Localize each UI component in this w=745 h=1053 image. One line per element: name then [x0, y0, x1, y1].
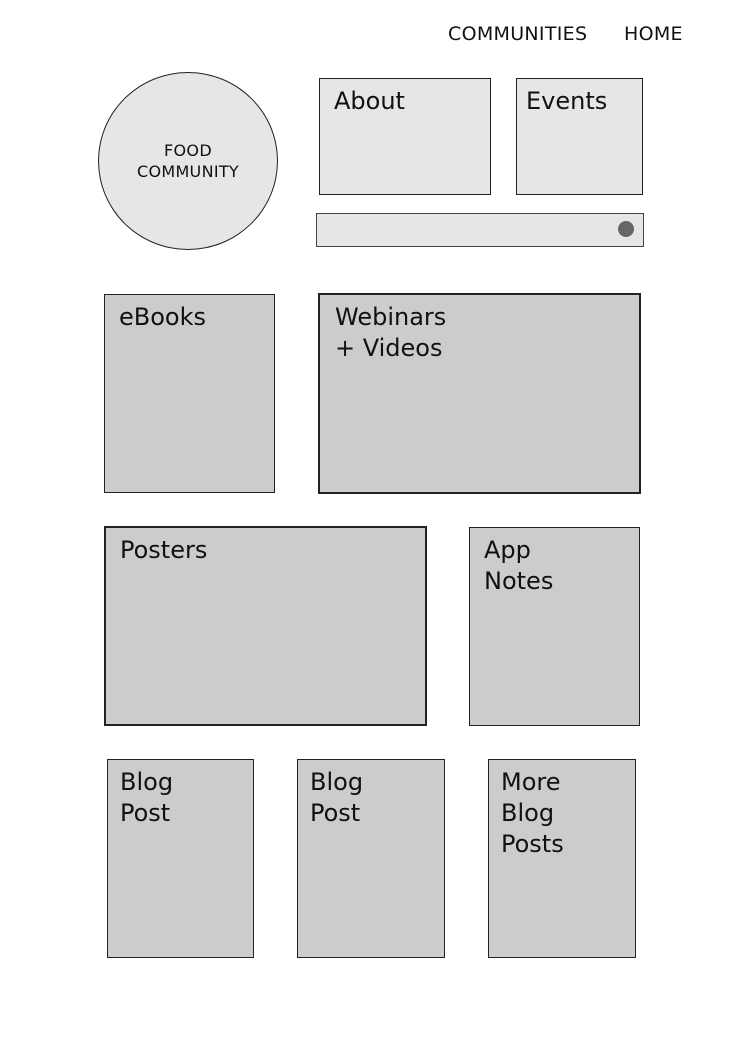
blog-post-1-label: Blog Post [120, 767, 245, 829]
blog-post-1-line-2: Post [120, 799, 171, 827]
posters-label-line-1: Posters [120, 536, 208, 564]
blog-post-tile-1[interactable]: Blog Post [107, 759, 254, 958]
ebooks-tile[interactable]: eBooks [104, 294, 275, 493]
more-blog-posts-line-3: Posts [501, 830, 564, 858]
webinars-videos-tile-label: Webinars + Videos [335, 302, 631, 364]
blog-post-2-line-2: Post [310, 799, 361, 827]
posters-tile[interactable]: Posters [104, 526, 427, 726]
app-notes-tile-label: App Notes [484, 535, 631, 597]
webinars-label-line-1: Webinars [335, 303, 447, 331]
more-blog-posts-label: More Blog Posts [501, 767, 627, 860]
events-tile[interactable]: Events [516, 78, 643, 195]
food-community-logo[interactable]: FOOD COMMUNITY [98, 72, 278, 250]
more-blog-posts-line-1: More [501, 768, 561, 796]
blog-post-2-line-1: Blog [310, 768, 364, 796]
app-notes-tile[interactable]: App Notes [469, 527, 640, 726]
blog-post-1-line-1: Blog [120, 768, 174, 796]
webinars-videos-tile[interactable]: Webinars + Videos [318, 293, 641, 494]
events-label-line-1: Events [526, 87, 608, 115]
logo-line-community: COMMUNITY [136, 162, 240, 181]
search-bar[interactable] [316, 213, 644, 247]
about-tile[interactable]: About [319, 78, 491, 195]
more-blog-posts-line-2: Blog [501, 799, 555, 827]
blog-post-2-label: Blog Post [310, 767, 436, 829]
events-tile-label: Events [526, 86, 634, 117]
app-notes-label-line-2: Notes [484, 567, 554, 595]
nav-home-link[interactable]: HOME [624, 22, 683, 46]
about-label-line-1: About [334, 87, 405, 115]
search-dot-icon[interactable] [618, 221, 634, 237]
blog-post-tile-2[interactable]: Blog Post [297, 759, 445, 958]
more-blog-posts-tile[interactable]: More Blog Posts [488, 759, 636, 958]
about-tile-label: About [334, 86, 482, 117]
nav-communities-link[interactable]: COMMUNITIES [448, 22, 587, 46]
posters-tile-label: Posters [120, 535, 417, 566]
app-notes-label-line-1: App [484, 536, 531, 564]
webinars-label-line-2: + Videos [335, 334, 443, 362]
ebooks-tile-label: eBooks [119, 302, 266, 333]
ebooks-label-line-1: eBooks [119, 303, 206, 331]
logo-line-food: FOOD [164, 141, 212, 160]
